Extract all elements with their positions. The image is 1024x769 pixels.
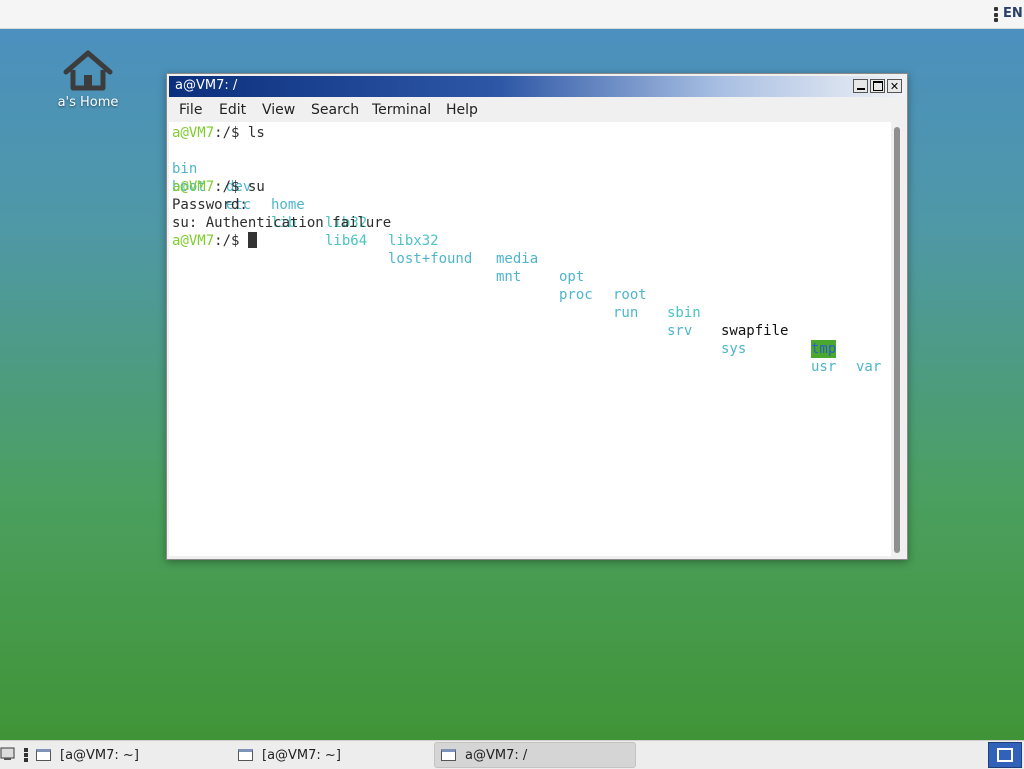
minimize-button[interactable]: [853, 79, 868, 93]
panel-handle-icon[interactable]: [994, 7, 998, 22]
top-panel: EN: [0, 0, 1024, 29]
menu-launcher-icon[interactable]: [0, 747, 16, 761]
close-icon: ✕: [889, 79, 900, 93]
terminal-line: a@VM7:/$ su: [172, 178, 265, 196]
menu-file[interactable]: File: [179, 102, 202, 118]
ls-entry: lib64: [325, 233, 368, 249]
menu-terminal[interactable]: Terminal: [372, 102, 431, 118]
prompt-user: a@VM7: [172, 179, 215, 195]
show-desktop-icon: [997, 748, 1013, 762]
ls-entry: lost+found: [388, 251, 473, 267]
scrollbar-thumb[interactable]: [894, 127, 900, 553]
ls-output-row: bin dev home lib32 libx32 media opt root…: [169, 142, 881, 375]
maximize-icon: [872, 81, 883, 91]
ls-output-row: boot etc lib lib64 lost+found mnt proc r…: [169, 160, 836, 375]
ls-entry: media: [496, 251, 539, 267]
prompt-path: :/$: [214, 233, 240, 249]
prompt-path: :/$: [214, 179, 240, 195]
menu-search[interactable]: Search: [311, 102, 359, 118]
window-title: a@VM7: /: [175, 78, 238, 93]
task-label: [a@VM7: ~]: [262, 747, 341, 763]
taskbar-task-3[interactable]: a@VM7: /: [434, 742, 636, 768]
ls-entry: libx32: [388, 233, 439, 249]
maximize-button[interactable]: [870, 79, 885, 93]
taskbar-handle-icon[interactable]: [24, 748, 28, 762]
terminal-line: a@VM7:/$: [172, 232, 257, 250]
ls-entry: tmp: [811, 340, 837, 358]
ls-entry: opt: [559, 269, 585, 285]
taskbar: [a@VM7: ~] [a@VM7: ~] a@VM7: /: [0, 740, 1024, 769]
password-prompt: Password:: [172, 197, 248, 213]
ls-entry: usr: [811, 359, 837, 375]
show-desktop-button[interactable]: [988, 742, 1022, 768]
ls-entry: var: [856, 359, 882, 375]
error-message: su: Authentication failure: [172, 215, 392, 231]
ls-entry: run: [613, 305, 639, 321]
taskbar-task-2[interactable]: [a@VM7: ~]: [238, 742, 430, 768]
home-icon: [63, 50, 113, 91]
terminal-output[interactable]: a@VM7:/$ ls bin dev home lib32 libx32 me…: [169, 122, 891, 556]
text-cursor: [247, 232, 257, 248]
task-label: a@VM7: /: [465, 747, 528, 763]
prompt-user: a@VM7: [172, 125, 215, 141]
keyboard-layout-indicator[interactable]: EN: [1003, 6, 1023, 21]
ls-entry: srv: [667, 323, 693, 339]
ls-entry: mnt: [496, 269, 522, 285]
close-button[interactable]: ✕: [887, 79, 902, 93]
taskbar-task-1[interactable]: [a@VM7: ~]: [36, 742, 232, 768]
terminal-window: a@VM7: / ✕ File Edit View Search Termina…: [166, 73, 908, 560]
ls-entry: proc: [559, 287, 593, 303]
ls-entry: sys: [721, 341, 747, 357]
vertical-scrollbar[interactable]: [893, 124, 902, 556]
menu-edit[interactable]: Edit: [219, 102, 246, 118]
minimize-icon: [856, 88, 865, 90]
window-icon: [238, 749, 253, 761]
menubar: File Edit View Search Terminal Help: [169, 98, 905, 122]
window-icon: [441, 749, 456, 761]
desktop-home-shortcut[interactable]: a's Home: [48, 50, 128, 110]
ls-entry: sbin: [667, 305, 701, 321]
window-titlebar[interactable]: a@VM7: / ✕: [169, 76, 905, 97]
ls-entry: root: [613, 287, 647, 303]
task-label: [a@VM7: ~]: [60, 747, 139, 763]
terminal-line: a@VM7:/$ ls: [172, 124, 265, 142]
menu-help[interactable]: Help: [446, 102, 478, 118]
prompt-path: :/$: [214, 125, 240, 141]
ls-entry: home: [271, 197, 305, 213]
ls-entry: swapfile: [721, 323, 789, 339]
home-icon-label: a's Home: [57, 95, 119, 110]
command-text: su: [247, 179, 265, 195]
window-icon: [36, 749, 51, 761]
prompt-user: a@VM7: [172, 233, 215, 249]
menu-view[interactable]: View: [262, 102, 295, 118]
command-text: ls: [247, 125, 265, 141]
